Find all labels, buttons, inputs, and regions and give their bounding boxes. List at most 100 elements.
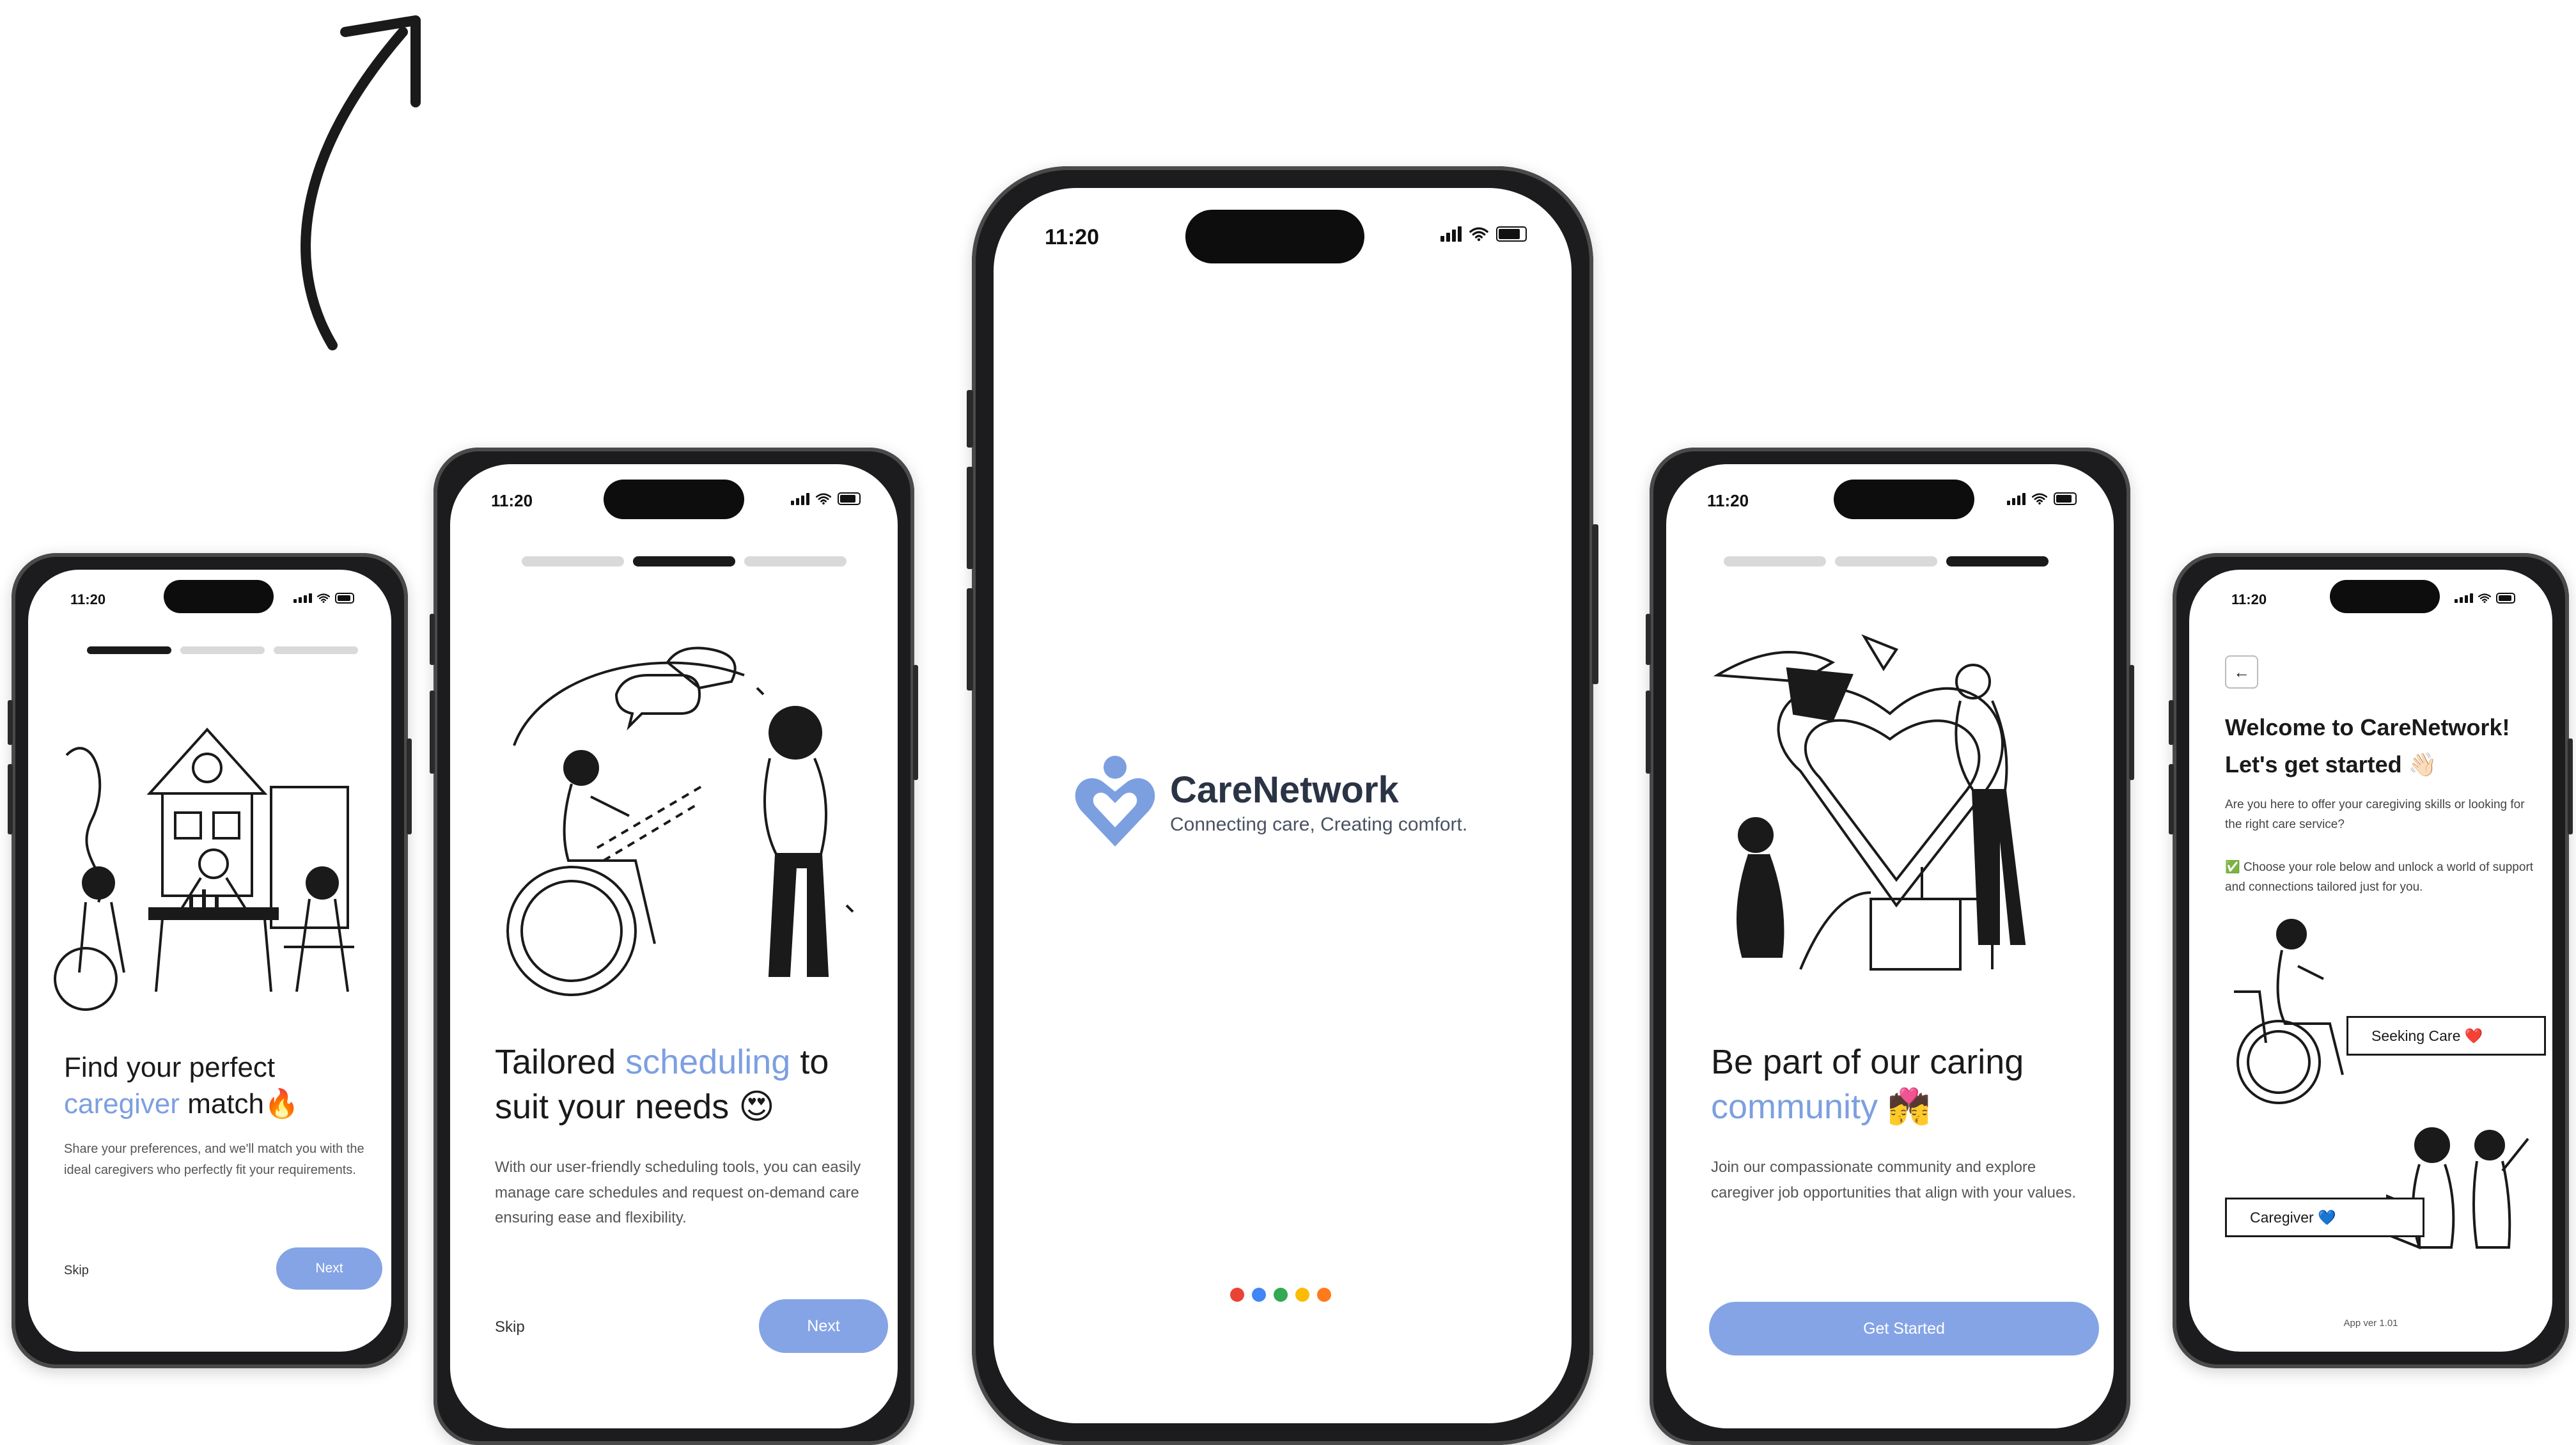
side-button bbox=[2169, 764, 2174, 834]
caregiver-option[interactable]: Caregiver 💙 bbox=[2225, 1198, 2424, 1237]
side-button bbox=[1592, 524, 1598, 684]
phone-role-selection: 11:20 ← Welcome to CareNetwork! Let's ge… bbox=[2169, 553, 2573, 1368]
next-button[interactable]: Next bbox=[276, 1247, 382, 1290]
title-line: Be part of our caring bbox=[1711, 1043, 2024, 1081]
couple-emoji: 💏 bbox=[1887, 1088, 1931, 1127]
battery-icon bbox=[1496, 226, 1527, 242]
title-rest: match bbox=[187, 1088, 265, 1120]
screen: 11:20 bbox=[1666, 464, 2114, 1428]
dynamic-island bbox=[604, 480, 744, 519]
brand-text: CareNetwork Connecting care, Creating co… bbox=[1170, 769, 1467, 836]
status-icons bbox=[1440, 226, 1527, 242]
seeking-care-label: Seeking Care bbox=[2371, 1027, 2461, 1044]
instruction-text: Choose your role below and unlock a worl… bbox=[2225, 861, 2534, 894]
signal-icon bbox=[293, 593, 312, 603]
side-button bbox=[967, 467, 973, 569]
side-button bbox=[2129, 665, 2134, 780]
progress-step-2 bbox=[180, 646, 265, 654]
wifi-icon bbox=[2032, 493, 2047, 504]
onboarding-title: Tailored scheduling to suit your needs 😍 bbox=[495, 1040, 898, 1129]
next-button[interactable]: Next bbox=[759, 1299, 888, 1353]
wifi-icon bbox=[1469, 227, 1488, 241]
brand-name: CareNetwork bbox=[1170, 769, 1399, 811]
dynamic-island bbox=[1834, 480, 1974, 519]
welcome-instruction: ✅ Choose your role below and unlock a wo… bbox=[2225, 857, 2545, 898]
title-line: Tailored scheduling to bbox=[495, 1040, 898, 1084]
onboarding-progress bbox=[522, 556, 847, 566]
side-button bbox=[430, 691, 435, 774]
status-time: 11:20 bbox=[1045, 225, 1100, 249]
welcome-title: Welcome to CareNetwork! Let's get starte… bbox=[2225, 709, 2552, 783]
title-post: to bbox=[800, 1043, 829, 1081]
side-button bbox=[8, 700, 13, 745]
battery-icon bbox=[335, 593, 354, 604]
illustration-house-gathering bbox=[54, 691, 380, 1024]
screen: 11:20 bbox=[28, 570, 391, 1352]
progress-step-2 bbox=[633, 556, 735, 566]
brand-tagline: Connecting care, Creating comfort. bbox=[1170, 813, 1468, 835]
screen: 11:20 CareNetwork Connecting care, Creat… bbox=[994, 188, 1572, 1423]
side-button bbox=[430, 614, 435, 665]
progress-step-3 bbox=[274, 646, 358, 654]
skip-button[interactable]: Skip bbox=[495, 1318, 525, 1336]
title-line: suit your needs 😍 bbox=[495, 1084, 898, 1129]
status-icons bbox=[791, 492, 861, 505]
signal-icon bbox=[2455, 593, 2473, 603]
title-accent: caregiver bbox=[64, 1088, 180, 1120]
title-accent: community bbox=[1711, 1088, 1878, 1127]
progress-step-1 bbox=[1724, 556, 1826, 566]
illustration-community-heart bbox=[1705, 624, 2095, 1020]
onboarding-title: Find your perfect caregiver match🔥 bbox=[64, 1049, 384, 1122]
status-time: 11:20 bbox=[70, 591, 106, 607]
screen: 11:20 ← Welcome to CareNetwork! Let's ge… bbox=[2189, 570, 2552, 1352]
title-line: Find your perfect bbox=[64, 1052, 276, 1083]
progress-step-1 bbox=[522, 556, 624, 566]
onboarding-description: Share your preferences, and we'll match … bbox=[64, 1142, 364, 1177]
status-icons bbox=[2007, 492, 2077, 505]
side-button bbox=[1646, 614, 1651, 665]
phone-onboarding-find-match: 11:20 Find your perfect caregiver match🔥… bbox=[8, 553, 412, 1368]
status-time: 11:20 bbox=[2231, 591, 2267, 607]
heart-eyes-emoji: 😍 bbox=[738, 1088, 775, 1127]
signal-icon bbox=[2007, 492, 2026, 505]
get-started-button[interactable]: Get Started bbox=[1709, 1302, 2099, 1355]
progress-step-3 bbox=[744, 556, 847, 566]
title-line2: Let's get started bbox=[2225, 751, 2402, 777]
loading-dot bbox=[1252, 1288, 1266, 1302]
title-pre: Tailored bbox=[495, 1043, 616, 1081]
dynamic-island bbox=[2330, 580, 2440, 613]
side-button bbox=[967, 390, 973, 448]
side-button bbox=[8, 764, 13, 834]
onboarding-description: With our user-friendly scheduling tools,… bbox=[495, 1159, 861, 1227]
status-time: 11:20 bbox=[491, 491, 533, 510]
progress-step-2 bbox=[1835, 556, 1937, 566]
back-arrow-icon[interactable]: ← bbox=[2225, 655, 2258, 689]
phone-splash: 11:20 CareNetwork Connecting care, Creat… bbox=[967, 166, 1598, 1445]
side-button bbox=[967, 588, 973, 691]
seeking-care-option[interactable]: Seeking Care ❤️ bbox=[2346, 1016, 2546, 1056]
title-line: Welcome to CareNetwork! bbox=[2225, 714, 2510, 740]
title-line2: suit your needs bbox=[495, 1088, 730, 1127]
fire-emoji: 🔥 bbox=[264, 1088, 299, 1120]
arrow-icon bbox=[301, 15, 421, 350]
skip-button[interactable]: Skip bbox=[64, 1263, 89, 1278]
onboarding-description: Join our compassionate community and exp… bbox=[1711, 1159, 2076, 1201]
loading-dot bbox=[1274, 1288, 1288, 1302]
loading-dot bbox=[1295, 1288, 1309, 1302]
wifi-icon bbox=[816, 493, 831, 504]
title-line: caregiver match🔥 bbox=[64, 1086, 384, 1122]
side-button bbox=[2169, 700, 2174, 745]
signal-icon bbox=[791, 492, 809, 505]
wifi-icon bbox=[317, 593, 330, 603]
loading-indicator bbox=[1230, 1288, 1331, 1302]
title-line: Let's get started 👋🏻 bbox=[2225, 746, 2552, 783]
illustration-scheduling bbox=[488, 637, 878, 1020]
side-button bbox=[1646, 691, 1651, 774]
title-accent: scheduling bbox=[625, 1043, 791, 1081]
battery-icon bbox=[2054, 492, 2077, 505]
welcome-intro: Are you here to offer your caregiving sk… bbox=[2225, 798, 2525, 832]
screen: 11:20 bbox=[450, 464, 898, 1428]
loading-dot bbox=[1317, 1288, 1331, 1302]
progress-step-3 bbox=[1946, 556, 2049, 566]
onboarding-title: Be part of our caring community 💏 bbox=[1711, 1040, 2114, 1129]
